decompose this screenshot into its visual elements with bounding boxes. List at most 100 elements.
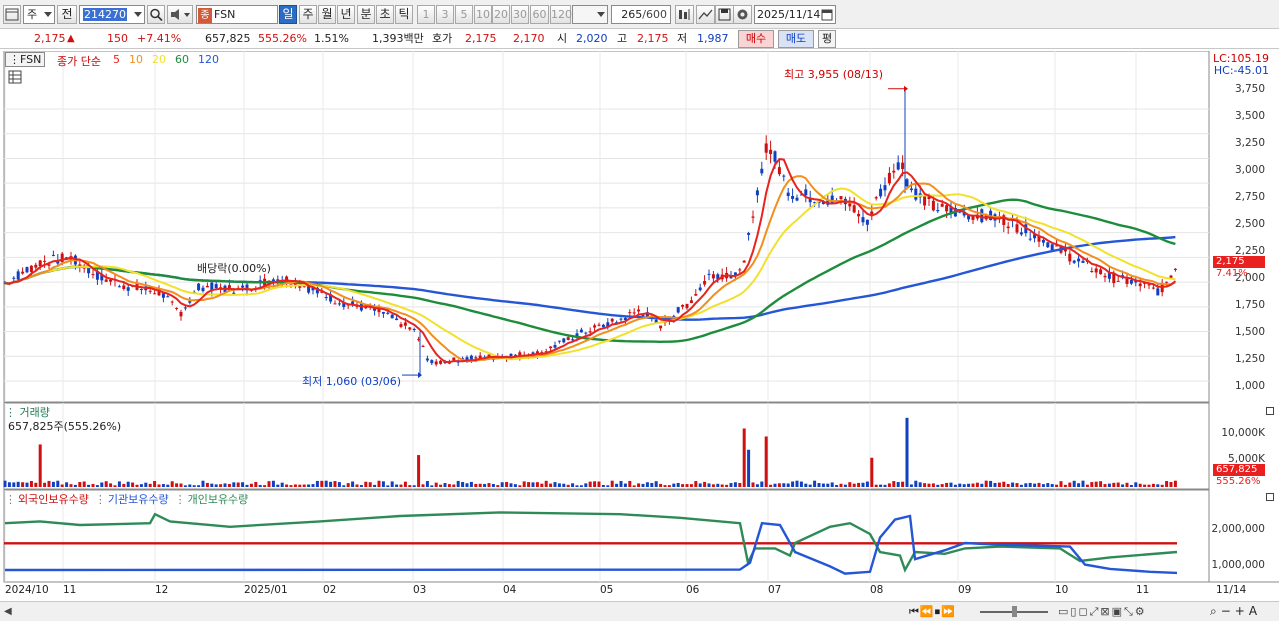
buy-button[interactable]: 매수	[738, 30, 774, 48]
calendar-icon[interactable]	[821, 8, 833, 21]
period-button-0[interactable]: 일	[279, 5, 297, 24]
volume-bar	[3, 480, 7, 487]
trade-amount: 1,393백만	[372, 32, 424, 45]
first-icon[interactable]: ⏮	[909, 605, 920, 618]
symbol-label[interactable]: ⋮FSN	[5, 52, 46, 67]
date-input[interactable]: 2025/11/14	[754, 5, 836, 24]
panel-toggle-icon[interactable]	[1266, 493, 1274, 501]
candle-body	[751, 216, 755, 218]
volume-bar	[527, 482, 531, 487]
interval-button-3[interactable]: 10	[474, 5, 492, 24]
gear-icon[interactable]	[733, 5, 752, 24]
volume-bar	[355, 484, 359, 487]
volume-bar	[1138, 483, 1142, 487]
period-button-3[interactable]: 년	[337, 5, 355, 24]
search-icon[interactable]	[147, 5, 165, 24]
zoom-in-icon[interactable]: +	[1235, 604, 1249, 618]
layout-icon[interactable]	[3, 5, 21, 24]
volume-bar	[597, 481, 601, 487]
candle-body	[386, 312, 390, 314]
forward-icon[interactable]: ⏩	[941, 605, 956, 618]
volume-bar	[989, 480, 993, 487]
holding-legend-item[interactable]: 개인보유수량	[188, 493, 249, 506]
scroll-left-icon[interactable]: ◀	[4, 606, 12, 617]
volume-bar	[711, 484, 715, 487]
custom-interval-select[interactable]	[572, 5, 608, 24]
candle-body	[1129, 280, 1133, 284]
chart-tools-icon[interactable]	[675, 5, 694, 24]
volume-bar	[804, 483, 808, 487]
high-label: 고	[617, 32, 628, 45]
ma-legend-item[interactable]: 120	[198, 53, 219, 66]
playback-controls[interactable]: ⏮⏪⏹⏩	[909, 605, 956, 619]
view-tool-icons[interactable]: ▭▯◻⤢⊠▣⤡⚙	[1058, 605, 1147, 619]
candle-body	[126, 287, 130, 291]
chart-scrollbar[interactable]: ◀ ⏮⏪⏹⏩ ▭▯◻⤢⊠▣⤡⚙ ⌕−+A	[0, 601, 1279, 621]
candle-body	[153, 293, 157, 295]
interval-button-5[interactable]: 30	[511, 5, 529, 24]
holding-legend-item[interactable]: 외국인보유수량	[18, 493, 89, 506]
volume-bar	[346, 483, 350, 487]
volume-bar	[245, 484, 249, 487]
volume-bar	[949, 482, 953, 487]
interval-button-6[interactable]: 60	[530, 5, 549, 24]
trendline-icon[interactable]	[696, 5, 715, 24]
ma-legend-item[interactable]: 10	[129, 53, 143, 66]
magnifier-icon[interactable]: ⌕	[1210, 604, 1221, 618]
interval-button-1[interactable]: 3	[436, 5, 454, 24]
candle-body	[166, 296, 170, 298]
table-icon[interactable]	[8, 70, 22, 87]
sell-button[interactable]: 매도	[778, 30, 814, 48]
volume-bar	[131, 482, 135, 487]
period-button-5[interactable]: 초	[376, 5, 394, 24]
stock-code-input[interactable]: 214270	[79, 5, 145, 24]
interval-button-0[interactable]: 1	[417, 5, 435, 24]
volume-bar	[777, 483, 781, 487]
avg-button[interactable]: 평	[818, 30, 836, 48]
panel-toggle-icon[interactable]	[1266, 407, 1274, 415]
price-axis-tick: 1,000	[1234, 380, 1265, 392]
zoom-out-icon[interactable]: −	[1221, 604, 1235, 618]
zoom-slider-handle[interactable]	[1012, 606, 1017, 617]
candle-body	[562, 338, 566, 343]
chart-canvas[interactable]	[0, 51, 1279, 621]
volume-bar	[47, 480, 51, 487]
volume-bar	[100, 482, 104, 487]
volume-bar	[390, 481, 394, 487]
stock-name-field[interactable]: 종 FSN	[196, 5, 278, 24]
candle-body	[1015, 224, 1019, 233]
candle-body	[1041, 239, 1045, 243]
volume-axis-tick: 5,000K	[1228, 453, 1265, 465]
volume-bar	[289, 485, 293, 487]
volume-bar	[491, 483, 495, 487]
rewind-icon[interactable]: ⏪	[920, 605, 935, 618]
period-button-2[interactable]: 월	[318, 5, 336, 24]
interval-button-7[interactable]: 120	[550, 5, 572, 24]
holding-legend-item[interactable]: 기관보유수량	[108, 493, 169, 506]
prev-button[interactable]: 전	[57, 5, 77, 24]
period-unit-select[interactable]: 주	[23, 5, 55, 24]
save-icon[interactable]	[715, 5, 734, 24]
volume-bar	[381, 481, 385, 487]
ma-legend-item[interactable]: 5	[113, 53, 120, 66]
volume-bar	[7, 482, 11, 487]
font-size-icon[interactable]: A	[1249, 604, 1261, 618]
ma-legend-item[interactable]: 60	[175, 53, 189, 66]
period-button-4[interactable]: 분	[357, 5, 375, 24]
ma-legend-item[interactable]: 20	[152, 53, 166, 66]
volume-bar	[399, 484, 403, 487]
period-button-6[interactable]: 틱	[395, 5, 413, 24]
interval-button-2[interactable]: 5	[455, 5, 473, 24]
zoom-controls[interactable]: ⌕−+A	[1210, 604, 1261, 619]
volume-bar	[364, 481, 368, 487]
period-button-1[interactable]: 주	[299, 5, 317, 24]
volume-bar	[1046, 483, 1050, 487]
candle-body	[738, 269, 742, 271]
volume-bar	[276, 484, 280, 487]
speaker-icon[interactable]	[167, 5, 193, 24]
candle-body	[584, 332, 588, 334]
data-count-field[interactable]: 265/600	[611, 5, 671, 24]
interval-button-4[interactable]: 20	[492, 5, 510, 24]
volume-bar	[1068, 482, 1072, 487]
volume-bar	[34, 482, 38, 487]
